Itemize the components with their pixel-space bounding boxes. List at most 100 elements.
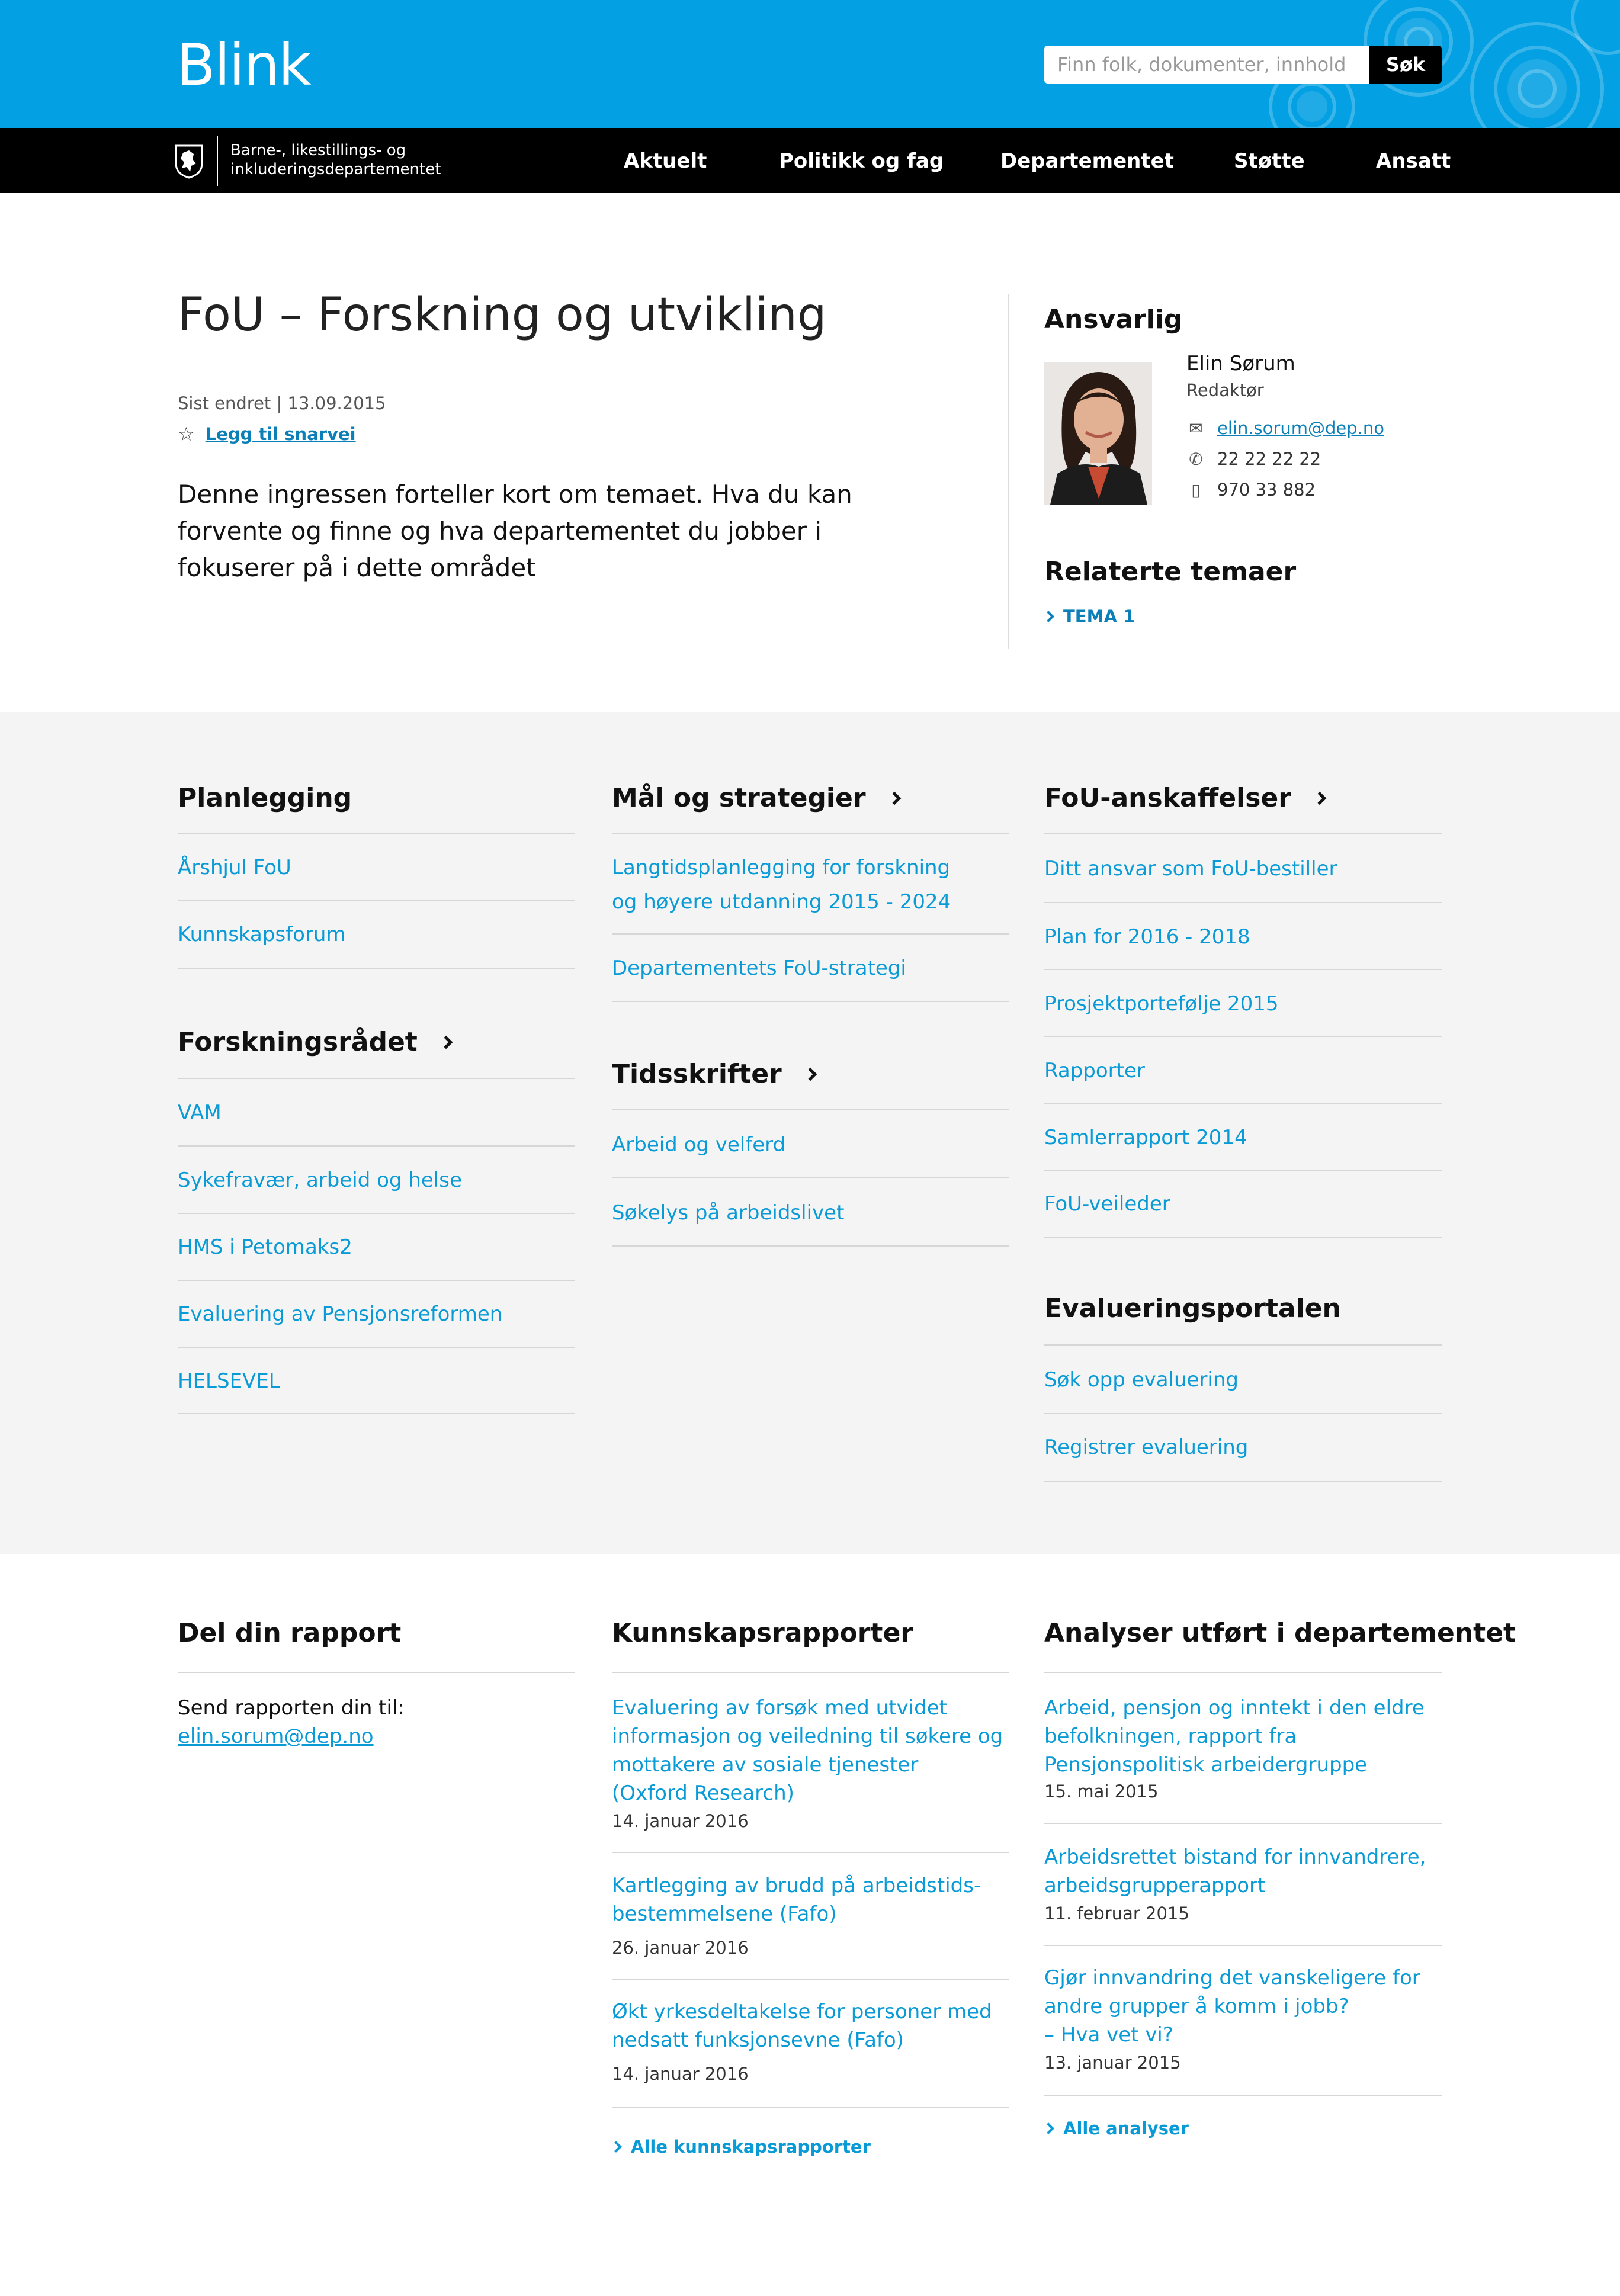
responsible-heading: Ansvarlig — [1044, 304, 1183, 335]
nav-item-aktuelt[interactable]: Aktuelt — [624, 149, 707, 173]
divider — [1044, 1481, 1442, 1482]
link-rapporter[interactable]: Rapporter — [1044, 1054, 1145, 1088]
analysis-date: 15. mai 2015 — [1044, 1781, 1159, 1802]
related-topics-heading: Relaterte temaer — [1044, 557, 1297, 587]
link-sokelys-arbeidslivet[interactable]: Søkelys på arbeidslivet — [612, 1196, 844, 1230]
link-ditt-ansvar[interactable]: Ditt ansvar som FoU-bestiller — [1044, 852, 1337, 886]
link-vam[interactable]: VAM — [178, 1096, 222, 1130]
nav-item-stotte[interactable]: Støtte — [1234, 149, 1305, 173]
related-topic-link[interactable]: TEMA 1 — [1042, 606, 1135, 627]
nav-item-departementet[interactable]: Departementet — [1000, 149, 1174, 173]
report-link[interactable]: Evaluering av forsøk med utvidet informa… — [612, 1694, 1003, 1807]
report-date: 14. januar 2016 — [612, 2064, 749, 2084]
divider — [1044, 969, 1442, 970]
search-input[interactable] — [1044, 46, 1370, 84]
report-email-link[interactable]: elin.sorum@dep.no — [178, 1722, 374, 1751]
email-link[interactable]: elin.sorum@dep.no — [1217, 418, 1384, 438]
add-shortcut[interactable]: ☆ Legg til snarvei — [178, 423, 356, 445]
title-line: befolkningen, rapport fra — [1044, 1725, 1297, 1748]
link-prosjektportefolje[interactable]: Prosjektportefølje 2015 — [1044, 987, 1279, 1021]
evalueringsportalen-heading: Evalueringsportalen — [1044, 1293, 1341, 1324]
ministry-name[interactable]: Barne-, likestillings- og inkluderingsde… — [230, 141, 441, 179]
mal-og-strategier-title: Mål og strategier — [612, 783, 866, 813]
contact-email[interactable]: ✉ elin.sorum@dep.no — [1186, 418, 1384, 438]
title-line: Kartlegging av brudd på arbeidstids- — [612, 1874, 981, 1897]
link-arshjul-fou[interactable]: Årshjul FoU — [178, 850, 291, 885]
divider — [612, 1979, 1009, 1980]
analysis-link[interactable]: Arbeidsrettet bistand for innvandrere, a… — [1044, 1843, 1426, 1900]
contact-phone: ✆ 22 22 22 22 — [1186, 449, 1321, 469]
link-helsevel[interactable]: HELSEVEL — [178, 1364, 280, 1398]
add-shortcut-link[interactable]: Legg til snarvei — [206, 424, 356, 444]
link-evaluering-pensjonsreformen[interactable]: Evaluering av Pensjonsreformen — [178, 1297, 502, 1331]
title-line: Arbeid, pensjon og inntekt i den eldre — [1044, 1696, 1425, 1720]
updated-separator: | — [276, 393, 288, 413]
links-section — [0, 712, 1620, 1554]
analysis-link[interactable]: Gjør innvandring det vanskeligere for an… — [1044, 1964, 1420, 2049]
article-ingress: Denne ingressen forteller kort om temaet… — [178, 476, 859, 586]
link-sykefravaer[interactable]: Sykefravær, arbeid og helse — [178, 1163, 462, 1197]
title-line: Pensjonspolitisk arbeidergruppe — [1044, 1753, 1368, 1777]
link-fou-veileder[interactable]: FoU-veileder — [1044, 1187, 1170, 1221]
divider — [612, 1109, 1009, 1110]
link-registrer-evaluering[interactable]: Registrer evaluering — [1044, 1430, 1248, 1465]
divider — [178, 1347, 575, 1348]
phone-number: 22 22 22 22 — [1217, 449, 1321, 469]
search-button[interactable]: Søk — [1369, 46, 1442, 84]
link-arbeid-og-velferd[interactable]: Arbeid og velferd — [612, 1128, 785, 1162]
divider — [1044, 1344, 1442, 1346]
all-knowledge-reports-link[interactable]: Alle kunnskapsrapporter — [610, 2137, 871, 2157]
link-samlerrapport[interactable]: Samlerrapport 2014 — [1044, 1120, 1247, 1155]
divider — [1044, 1413, 1442, 1414]
all-analyses-link[interactable]: Alle analyser — [1042, 2118, 1189, 2138]
divider — [178, 1213, 575, 1214]
title-line: Evaluering av forsøk med utvidet — [612, 1696, 947, 1720]
updated-label: Sist endret — [178, 393, 271, 413]
report-link[interactable]: Kartlegging av brudd på arbeidstids- bes… — [612, 1871, 981, 1928]
divider — [1044, 1945, 1442, 1946]
divider — [612, 933, 1009, 935]
analysis-link[interactable]: Arbeid, pensjon og inntekt i den eldre b… — [1044, 1694, 1425, 1779]
report-date: 14. januar 2016 — [612, 1811, 749, 1831]
divider — [178, 833, 575, 834]
forskningsradet-title: Forskningsrådet — [178, 1027, 418, 1057]
avatar — [1044, 362, 1152, 505]
link-langtidsplanlegging[interactable]: Langtidsplanlegging for forskning og høy… — [612, 850, 951, 919]
link-sok-opp-evaluering[interactable]: Søk opp evaluering — [1044, 1363, 1239, 1397]
forskningsradet-heading[interactable]: Forskningsrådet — [178, 1027, 453, 1057]
tidsskrifter-heading[interactable]: Tidsskrifter — [612, 1059, 817, 1089]
site-logo[interactable]: Blink — [177, 30, 312, 101]
chevron-right-icon — [1313, 791, 1327, 805]
nav-item-politikk-og-fag[interactable]: Politikk og fag — [779, 149, 944, 173]
analyser-heading: Analyser utført i departementet — [1044, 1618, 1516, 1648]
fou-anskaffelser-heading[interactable]: FoU-anskaffelser — [1044, 783, 1327, 813]
divider — [1044, 1672, 1442, 1673]
title-line: nedsatt funksjonsevne (Fafo) — [612, 2028, 904, 2052]
site-header: Blink Søk — [0, 0, 1620, 128]
divider — [178, 1280, 575, 1281]
planlegging-title: Planlegging — [178, 783, 352, 813]
divider — [1044, 1036, 1442, 1037]
ingress-line: fokuserer på i dette området — [178, 553, 536, 582]
title-line: Økt yrkesdeltakelse for personer med — [612, 2000, 992, 2024]
envelope-icon: ✉ — [1189, 418, 1203, 438]
ingress-line: forvente og finne og hva departementet d… — [178, 516, 822, 545]
nav-item-ansatt[interactable]: Ansatt — [1376, 149, 1451, 173]
send-report-text: Send rapporten din til: — [178, 1696, 405, 1720]
mal-og-strategier-heading[interactable]: Mål og strategier — [612, 783, 901, 813]
divider — [1044, 1237, 1442, 1238]
divider — [612, 1001, 1009, 1002]
divider — [1044, 833, 1442, 834]
link-kunnskapsforum[interactable]: Kunnskapsforum — [178, 917, 346, 952]
report-link[interactable]: Økt yrkesdeltakelse for personer med ned… — [612, 1998, 992, 2054]
divider — [1044, 1170, 1442, 1171]
divider — [178, 1413, 575, 1414]
link-hms-petomaks2[interactable]: HMS i Petomaks2 — [178, 1230, 352, 1264]
link-line: og høyere utdanning 2015 - 2024 — [612, 890, 951, 914]
coat-of-arms-icon[interactable] — [172, 143, 206, 179]
divider — [178, 1672, 575, 1673]
chevron-right-icon — [1042, 2122, 1054, 2134]
link-plan-2016-2018[interactable]: Plan for 2016 - 2018 — [1044, 920, 1250, 954]
tidsskrifter-title: Tidsskrifter — [612, 1059, 782, 1089]
link-fou-strategi[interactable]: Departementets FoU-strategi — [612, 951, 906, 985]
